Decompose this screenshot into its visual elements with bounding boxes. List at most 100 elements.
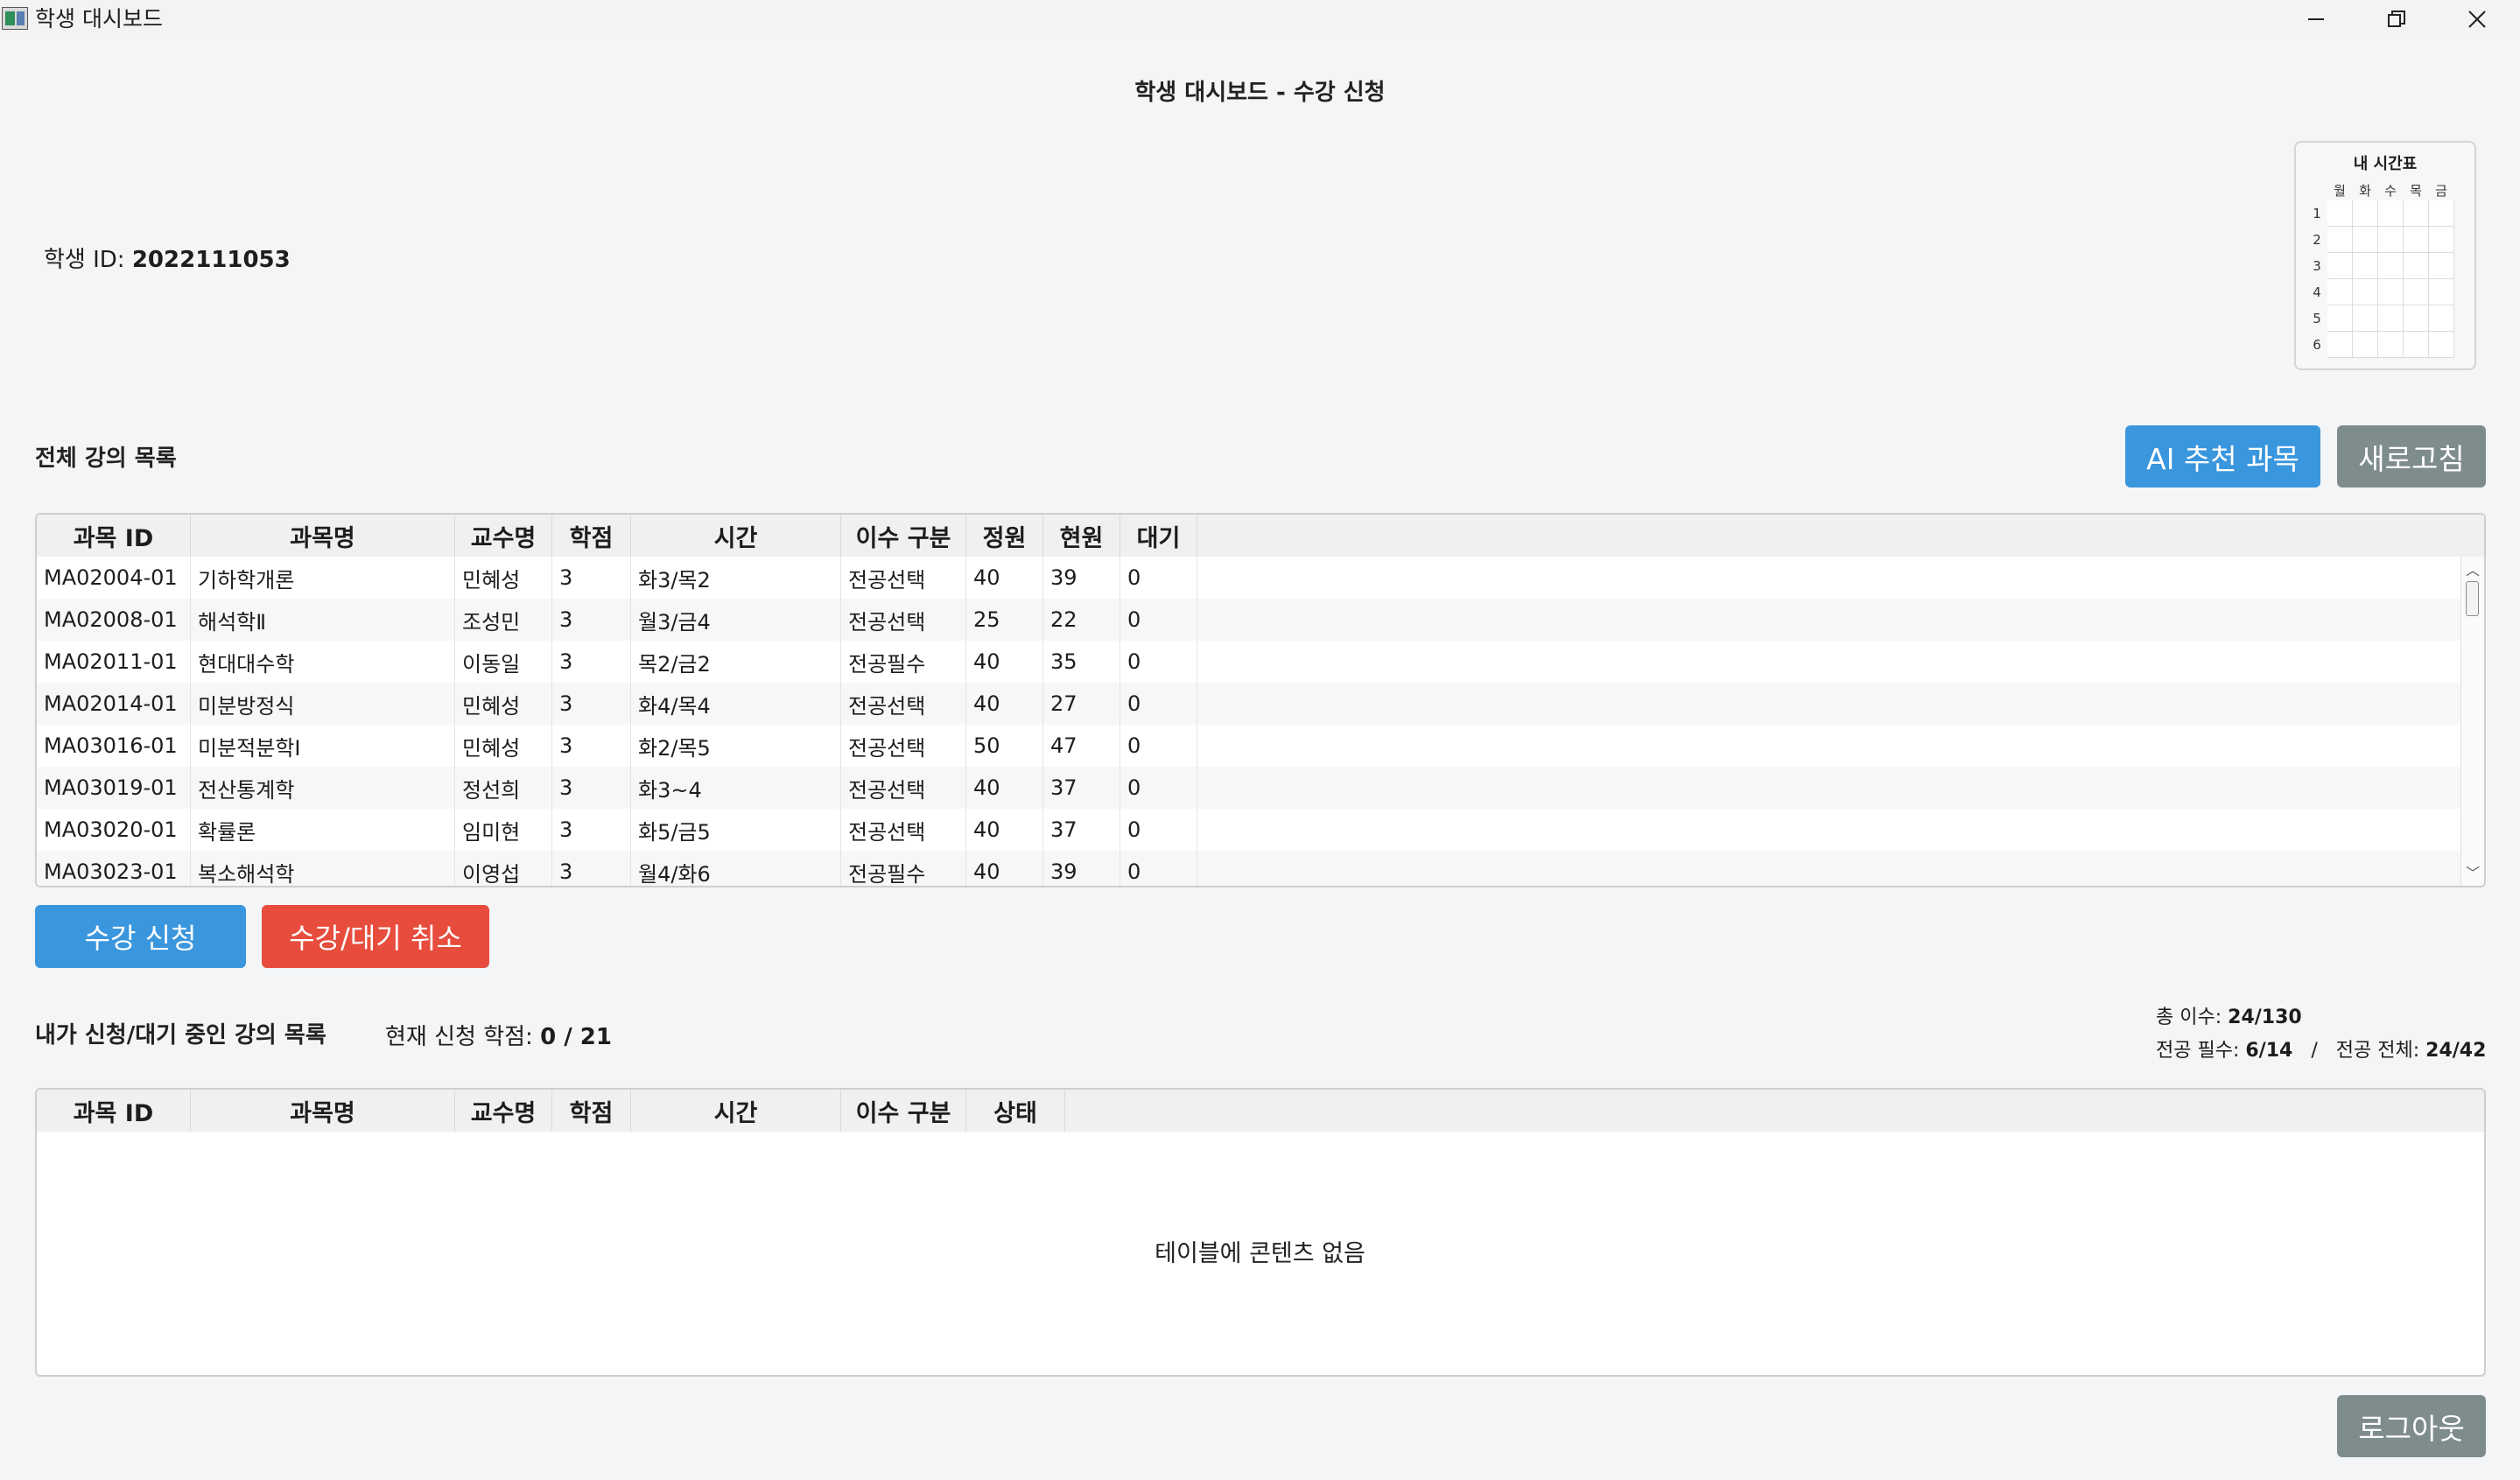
timetable-cell xyxy=(2327,305,2353,332)
column-header[interactable]: 상태 xyxy=(966,1090,1065,1132)
table-row[interactable]: MA02011-01 현대대수학 이동일 3 목2/금2 전공필수 40 35 0 xyxy=(37,641,2461,683)
table-cell: MA02011-01 xyxy=(37,641,191,683)
timetable-period-label: 5 xyxy=(2313,310,2321,326)
table-cell: 정선희 xyxy=(455,767,552,809)
total-credits-label: 총 이수: xyxy=(2156,1007,2222,1028)
table-cell: 전공선택 xyxy=(841,725,966,767)
enroll-button[interactable]: 수강 신청 xyxy=(35,905,246,968)
table-row[interactable]: MA03019-01 전산통계학 정선희 3 화3~4 전공선택 40 37 0 xyxy=(37,767,2461,809)
table-cell: 미분방정식 xyxy=(191,683,455,725)
mini-timetable: 내 시간표 월화수목금 1 2 3 4 5 6 xyxy=(2294,141,2476,370)
table-cell: 화5/금5 xyxy=(631,809,841,851)
table-cell: 0 xyxy=(1120,557,1197,599)
column-header[interactable]: 대기 xyxy=(1120,515,1197,557)
current-credits-value: 0 / 21 xyxy=(540,1024,612,1050)
table-row[interactable]: MA02014-01 미분방정식 민혜성 3 화4/목4 전공선택 40 27 0 xyxy=(37,683,2461,725)
timetable-cell xyxy=(2377,252,2404,279)
column-header[interactable]: 현원 xyxy=(1043,515,1120,557)
table-row[interactable]: MA03016-01 미분적분학Ⅰ 민혜성 3 화2/목5 전공선택 50 47 0 xyxy=(37,725,2461,767)
table-cell: 월3/금4 xyxy=(631,599,841,641)
column-header[interactable]: 교수명 xyxy=(455,1090,552,1132)
table-row[interactable]: MA02008-01 해석학Ⅱ 조성민 3 월3/금4 전공선택 25 22 0 xyxy=(37,599,2461,641)
table-row[interactable]: MA02004-01 기하학개론 민혜성 3 화3/목2 전공선택 40 39 0 xyxy=(37,557,2461,599)
window-title: 학생 대시보드 xyxy=(35,6,163,32)
column-header[interactable]: 이수 구분 xyxy=(841,1090,966,1132)
table-cell: MA02004-01 xyxy=(37,557,191,599)
timetable-cell xyxy=(2377,226,2404,253)
table-cell: 확률론 xyxy=(191,809,455,851)
vertical-scrollbar[interactable]: ︿ ﹀ xyxy=(2460,557,2484,886)
column-header[interactable]: 교수명 xyxy=(455,515,552,557)
maximize-button[interactable] xyxy=(2356,0,2437,39)
timetable-title: 내 시간표 xyxy=(2353,155,2418,173)
scroll-up-icon[interactable]: ︿ xyxy=(2461,558,2484,579)
table-cell: 이영섭 xyxy=(455,851,552,886)
table-cell: 40 xyxy=(966,809,1043,851)
page-title: 학생 대시보드 - 수강 신청 xyxy=(1134,80,1386,106)
table-cell: 0 xyxy=(1120,683,1197,725)
table-cell: 복소해석학 xyxy=(191,851,455,886)
table-cell: 0 xyxy=(1120,641,1197,683)
timetable-cell xyxy=(2403,331,2429,358)
table-header: 과목 ID 과목명 교수명 학점 시간 이수 구분 상태 xyxy=(37,1090,2484,1132)
minimize-icon xyxy=(2308,18,2324,20)
column-header[interactable]: 과목 ID xyxy=(37,515,191,557)
table-cell: 목2/금2 xyxy=(631,641,841,683)
column-header[interactable]: 학점 xyxy=(552,515,631,557)
timetable-cell xyxy=(2403,252,2429,279)
timetable-cell xyxy=(2403,278,2429,305)
column-header-filler xyxy=(1197,515,2484,557)
refresh-button[interactable]: 새로고침 xyxy=(2337,425,2486,487)
cancel-enrollment-button[interactable]: 수강/대기 취소 xyxy=(262,905,489,968)
timetable-cell xyxy=(2352,200,2378,227)
table-row[interactable]: MA03020-01 확률론 임미현 3 화5/금5 전공선택 40 37 0 xyxy=(37,809,2461,851)
table-cell: MA03016-01 xyxy=(37,725,191,767)
timetable-period-label: 2 xyxy=(2313,231,2321,248)
table-cell: 민혜성 xyxy=(455,683,552,725)
table-cell: 전공선택 xyxy=(841,809,966,851)
table-cell: 39 xyxy=(1043,851,1120,886)
table-cell: 3 xyxy=(552,683,631,725)
table-row[interactable]: MA03023-01 복소해석학 이영섭 3 월4/화6 전공필수 40 39 0 xyxy=(37,851,2461,886)
window-title-bar xyxy=(0,0,2520,39)
table-cell: MA03020-01 xyxy=(37,809,191,851)
column-header[interactable]: 이수 구분 xyxy=(841,515,966,557)
timetable-cell xyxy=(2377,331,2404,358)
table-cell: 0 xyxy=(1120,725,1197,767)
table-cell: 현대대수학 xyxy=(191,641,455,683)
column-header[interactable]: 과목 ID xyxy=(37,1090,191,1132)
scroll-thumb[interactable] xyxy=(2466,581,2479,616)
current-credits-label: 현재 신청 학점: xyxy=(385,1024,533,1050)
column-header[interactable]: 학점 xyxy=(552,1090,631,1132)
table-cell: 전산통계학 xyxy=(191,767,455,809)
timetable-cell xyxy=(2352,252,2378,279)
column-header[interactable]: 과목명 xyxy=(191,515,455,557)
timetable-cell xyxy=(2352,278,2378,305)
table-cell: 22 xyxy=(1043,599,1120,641)
ai-recommend-button[interactable]: AI 추천 과목 xyxy=(2125,425,2320,487)
table-cell: 47 xyxy=(1043,725,1120,767)
column-header[interactable]: 정원 xyxy=(966,515,1043,557)
timetable-cell xyxy=(2327,278,2353,305)
logout-button[interactable]: 로그아웃 xyxy=(2337,1395,2486,1457)
table-cell: 40 xyxy=(966,767,1043,809)
close-window-button[interactable] xyxy=(2437,0,2517,39)
timetable-day-label: 목 xyxy=(2410,182,2422,199)
my-courses-title: 내가 신청/대기 중인 강의 목록 xyxy=(35,1022,326,1049)
column-header[interactable]: 시간 xyxy=(631,1090,841,1132)
table-cell: 0 xyxy=(1120,851,1197,886)
timetable-corner xyxy=(2307,180,2327,200)
minimize-button[interactable] xyxy=(2276,0,2356,39)
major-required-label: 전공 필수: xyxy=(2156,1040,2240,1062)
column-header[interactable]: 시간 xyxy=(631,515,841,557)
scroll-down-icon[interactable]: ﹀ xyxy=(2461,861,2484,882)
table-cell: 전공필수 xyxy=(841,851,966,886)
major-required-value: 6/14 xyxy=(2245,1040,2293,1062)
timetable-period-label: 3 xyxy=(2313,257,2321,274)
table-cell: 임미현 xyxy=(455,809,552,851)
timetable-cell xyxy=(2403,305,2429,332)
current-credits: 현재 신청 학점: 0 / 21 xyxy=(385,1019,612,1051)
timetable-cell xyxy=(2428,305,2454,332)
timetable-cell xyxy=(2327,252,2353,279)
column-header[interactable]: 과목명 xyxy=(191,1090,455,1132)
